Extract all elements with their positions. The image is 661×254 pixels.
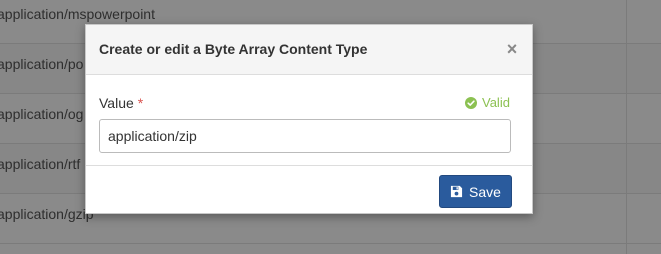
close-icon[interactable]: × <box>503 39 521 59</box>
dialog-footer: Save <box>86 165 532 213</box>
content-type-dialog: Create or edit a Byte Array Content Type… <box>85 24 533 214</box>
dialog-title: Create or edit a Byte Array Content Type <box>99 41 368 57</box>
floppy-disk-icon <box>450 185 463 198</box>
required-indicator: * <box>137 95 144 111</box>
dialog-header: Create or edit a Byte Array Content Type… <box>86 25 532 75</box>
valid-text: Valid <box>482 95 510 110</box>
save-button-label: Save <box>469 183 501 200</box>
value-input[interactable] <box>99 119 511 153</box>
save-button[interactable]: Save <box>439 175 512 208</box>
validation-status: Valid <box>465 95 510 110</box>
check-circle-icon <box>465 96 477 109</box>
value-label-text: Value <box>99 95 134 111</box>
dialog-body: Value * Valid <box>86 75 532 165</box>
value-label: Value * <box>99 95 143 111</box>
